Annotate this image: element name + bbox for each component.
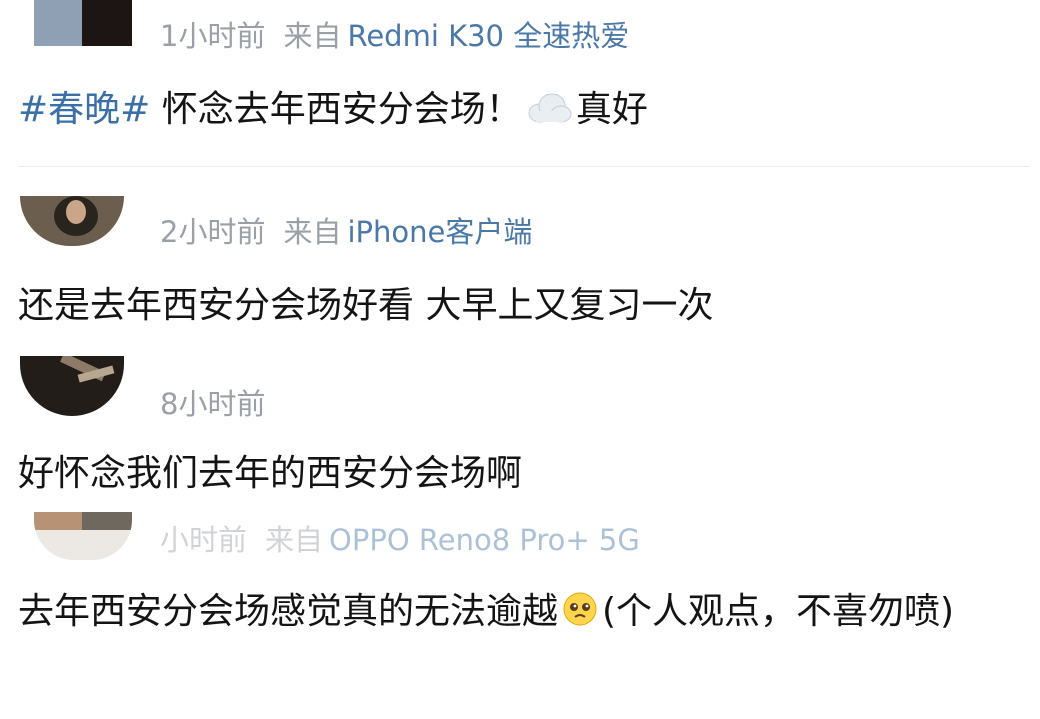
comment-item: 8小时前 好怀念我们去年的西安分会场啊 — [0, 356, 1040, 506]
timestamp: 2小时前 — [160, 215, 266, 249]
comment-body-tail: (个人观点，不喜勿喷) — [602, 591, 955, 632]
from-label: 来自 — [283, 19, 342, 53]
comment-item: 小时前 来自 OPPO Reno8 Pro+ 5G 去年西安分会场感觉真的无法逾越 (… — [0, 512, 1040, 719]
timestamp: 小时前 — [160, 523, 248, 557]
divider — [18, 166, 1030, 167]
comment-meta: 8小时前 — [160, 390, 265, 419]
comment-item: 2小时前 来自 iPhone客户端 还是去年西安分会场好看 大早上又复习一次 — [0, 196, 1040, 346]
avatar[interactable] — [20, 196, 124, 246]
comment-text: 还是去年西安分会场好看 大早上又复习一次 — [18, 285, 714, 326]
avatar[interactable] — [34, 512, 132, 560]
comment-meta: 1小时前 来自 Redmi K30 全速热爱 — [160, 22, 629, 51]
comment-meta: 2小时前 来自 iPhone客户端 — [160, 218, 532, 247]
avatar[interactable] — [20, 356, 124, 416]
device-link[interactable]: OPPO Reno8 Pro+ 5G — [329, 523, 640, 557]
from-label: 来自 — [265, 523, 324, 557]
cloud-icon — [526, 90, 572, 139]
timestamp: 8小时前 — [160, 387, 266, 421]
comment-item: 1小时前 来自 Redmi K30 全速热爱 #春晚# 怀念去年西安分会场！ 真好 — [0, 0, 1040, 170]
device-link[interactable]: iPhone客户端 — [347, 215, 532, 249]
pleading-face-icon — [562, 591, 598, 641]
device-link[interactable]: Redmi K30 全速热爱 — [347, 19, 629, 53]
comment-body: 去年西安分会场感觉真的无法逾越 — [18, 591, 559, 632]
comment-body-tail: 真好 — [575, 89, 648, 130]
comment-text: 好怀念我们去年的西安分会场啊 — [18, 453, 523, 494]
timestamp: 1小时前 — [160, 19, 266, 53]
comment-text: #春晚# 怀念去年西安分会场！ 真好 — [18, 86, 1016, 139]
topic-link[interactable]: #春晚# — [18, 89, 150, 130]
comment-body: 怀念去年西安分会场！ — [161, 89, 522, 130]
from-label: 来自 — [283, 215, 342, 249]
comment-text: 去年西安分会场感觉真的无法逾越 (个人观点，不喜勿喷) — [18, 588, 1018, 641]
comment-meta: 小时前 来自 OPPO Reno8 Pro+ 5G — [160, 526, 640, 555]
avatar[interactable] — [34, 0, 132, 46]
